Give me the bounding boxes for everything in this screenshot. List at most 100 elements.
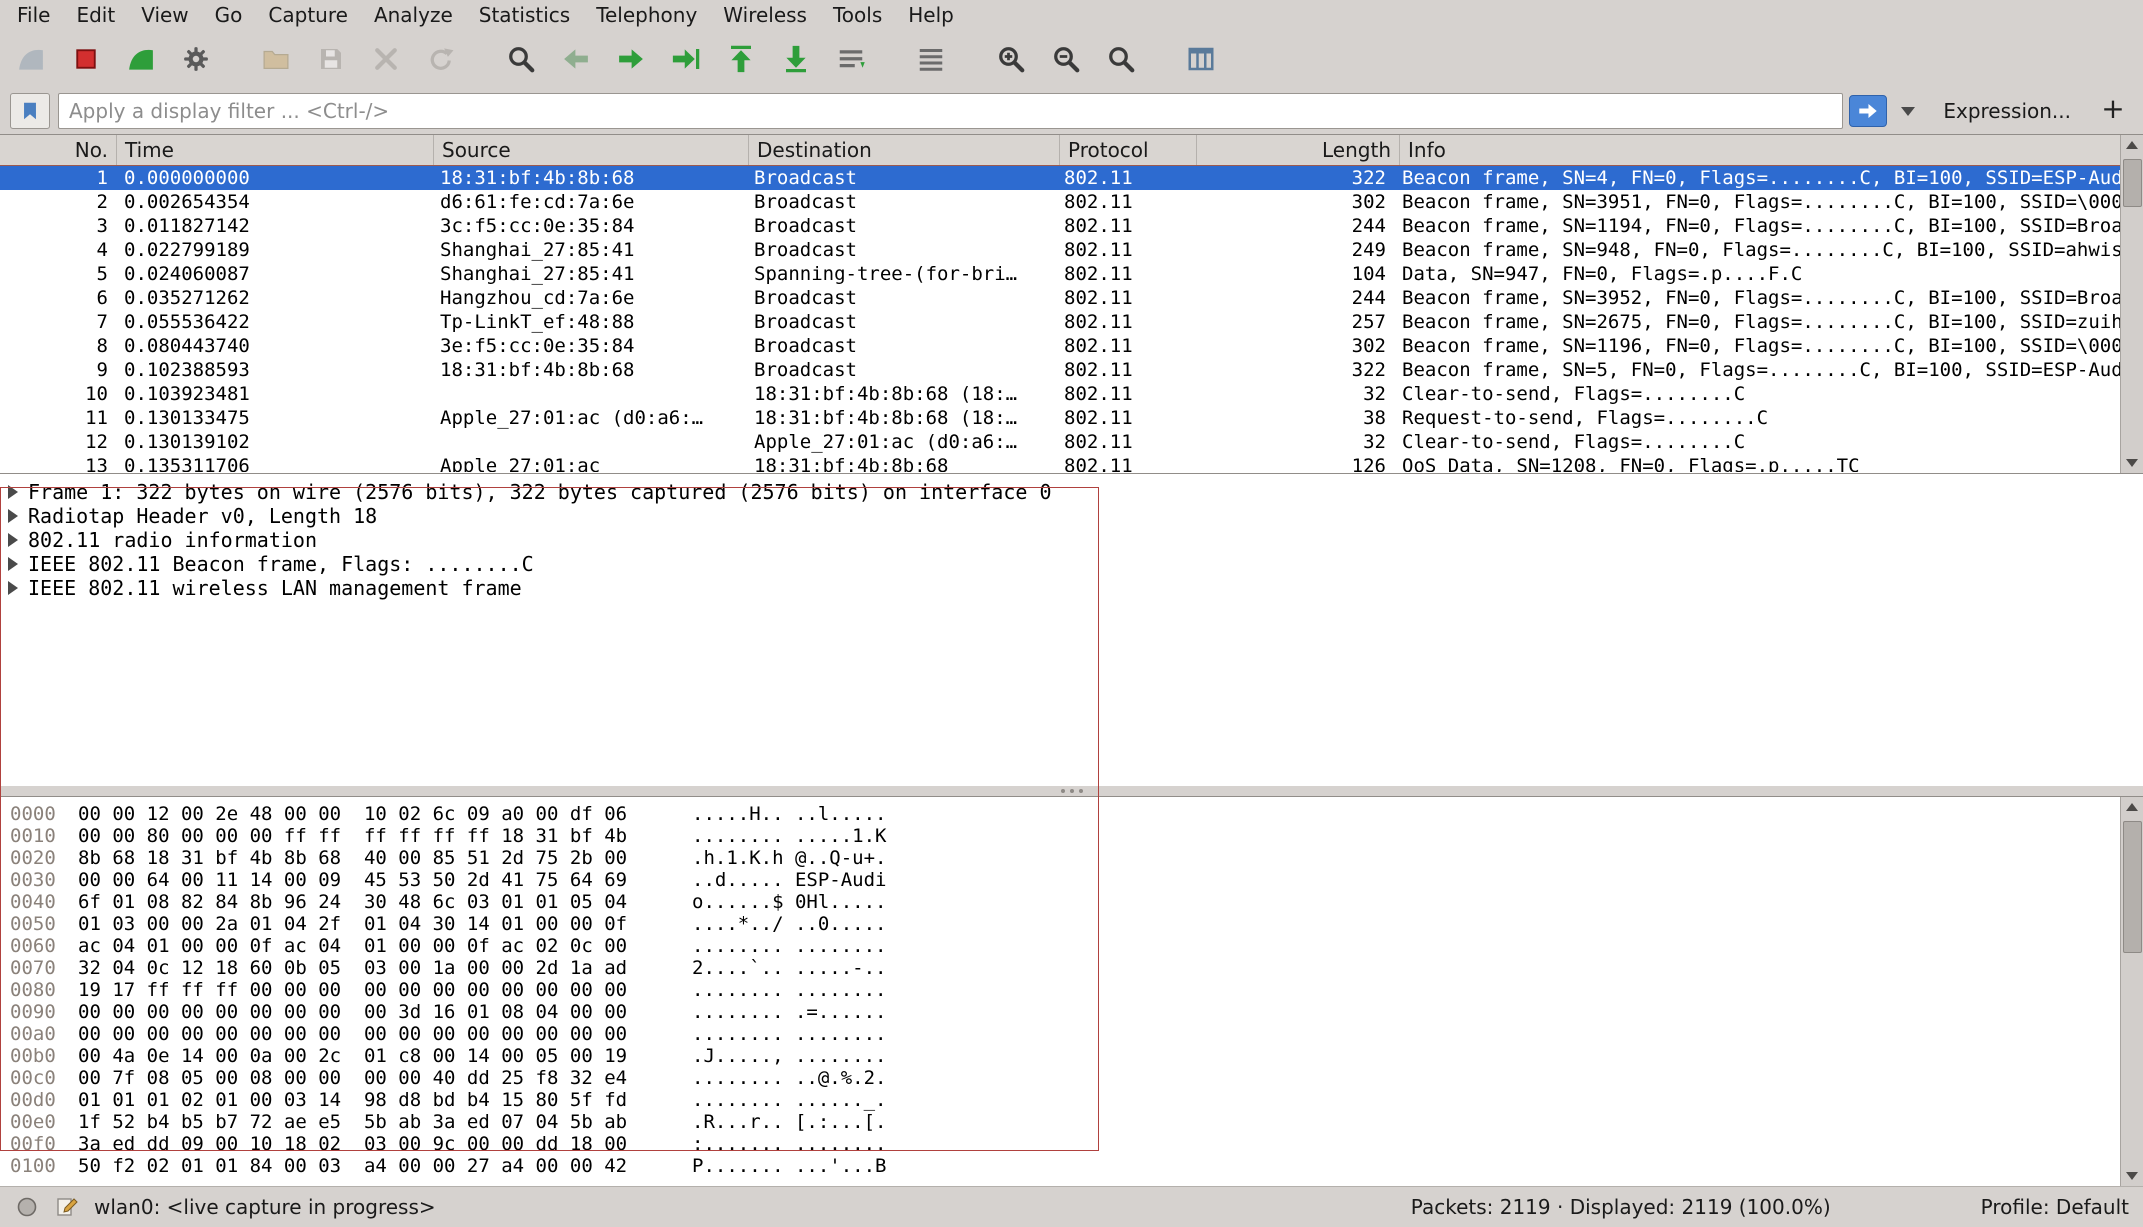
menu-item-telephony[interactable]: Telephony (583, 1, 710, 29)
zoom-out-button[interactable] (1043, 37, 1089, 81)
close-file-button[interactable] (363, 37, 409, 81)
reload-file-button[interactable] (418, 37, 464, 81)
hex-row-0030[interactable]: 0030 00 00 64 00 11 14 00 09 45 53 50 2d… (0, 869, 2143, 891)
display-filter-input[interactable] (58, 93, 1843, 129)
scroll-up-arrow[interactable] (2121, 135, 2142, 155)
menu-item-file[interactable]: File (4, 1, 63, 29)
hex-row-0070[interactable]: 0070 32 04 0c 12 18 60 0b 05 03 00 1a 00… (0, 957, 2143, 979)
cell-protocol: 802.11 (1056, 262, 1192, 286)
packet-row-10[interactable]: 10 0.103923481 18:31:bf:4b:8b:68 (18:… 8… (0, 382, 2121, 406)
menu-item-wireless[interactable]: Wireless (710, 1, 820, 29)
stop-capture-button[interactable] (63, 37, 109, 81)
capture-options-button[interactable] (173, 37, 219, 81)
hex-row-00f0[interactable]: 00f0 3a ed dd 09 00 10 18 02 03 00 9c 00… (0, 1133, 2143, 1155)
packet-list-scrollbar[interactable] (2120, 135, 2143, 473)
expander-triangle-icon[interactable] (8, 557, 18, 571)
hex-row-00c0[interactable]: 00c0 00 7f 08 05 00 08 00 00 00 00 40 dd… (0, 1067, 2143, 1089)
menu-item-go[interactable]: Go (202, 1, 256, 29)
go-last-packet-button[interactable] (773, 37, 819, 81)
detail-line-2[interactable]: Radiotap Header v0, Length 18 (0, 504, 2143, 528)
column-header-protocol[interactable]: Protocol (1060, 135, 1197, 165)
packet-row-7[interactable]: 7 0.055536422 Tp-LinkT_ef:48:88 Broadcas… (0, 310, 2121, 334)
scroll-down-arrow[interactable] (2121, 453, 2142, 473)
splitter-dot (1061, 789, 1065, 793)
apply-filter-button[interactable] (1849, 95, 1887, 127)
cell-length: 322 (1192, 166, 1394, 190)
column-header-no[interactable]: No. (0, 135, 117, 165)
expander-triangle-icon[interactable] (8, 485, 18, 499)
hex-row-0050[interactable]: 0050 01 03 00 00 2a 01 04 2f 01 04 30 14… (0, 913, 2143, 935)
start-capture-button[interactable] (8, 37, 54, 81)
hex-row-0090[interactable]: 0090 00 00 00 00 00 00 00 00 00 3d 16 01… (0, 1001, 2143, 1023)
hex-row-0100[interactable]: 0100 50 f2 02 01 01 84 00 03 a4 00 00 27… (0, 1155, 2143, 1177)
menu-item-help[interactable]: Help (895, 1, 967, 29)
menu-item-tools[interactable]: Tools (820, 1, 895, 29)
zoom-original-button[interactable] (1098, 37, 1144, 81)
packet-row-9[interactable]: 9 0.102388593 18:31:bf:4b:8b:68 Broadcas… (0, 358, 2121, 382)
column-header-source[interactable]: Source (434, 135, 749, 165)
hex-row-00b0[interactable]: 00b0 00 4a 0e 14 00 0a 00 2c 01 c8 00 14… (0, 1045, 2143, 1067)
hex-pane-scrollbar[interactable] (2120, 797, 2143, 1186)
column-header-info[interactable]: Info (1400, 135, 2121, 165)
packet-row-3[interactable]: 3 0.011827142 3c:f5:cc:0e:35:84 Broadcas… (0, 214, 2121, 238)
detail-line-5[interactable]: IEEE 802.11 wireless LAN management fram… (0, 576, 2143, 600)
hex-row-00d0[interactable]: 00d0 01 01 01 02 01 00 03 14 98 d8 bd b4… (0, 1089, 2143, 1111)
zoom-in-button[interactable] (988, 37, 1034, 81)
menu-item-edit[interactable]: Edit (63, 1, 128, 29)
packet-row-1[interactable]: 1 0.000000000 18:31:bf:4b:8b:68 Broadcas… (0, 166, 2121, 190)
hex-row-0010[interactable]: 0010 00 00 80 00 00 00 ff ff ff ff ff ff… (0, 825, 2143, 847)
expander-triangle-icon[interactable] (8, 533, 18, 547)
pane-splitter[interactable] (0, 786, 2143, 796)
menu-item-view[interactable]: View (128, 1, 201, 29)
add-filter-button[interactable]: + (2093, 94, 2133, 128)
packet-row-13[interactable]: 13 0.135311706 Apple_27:01:ac 18:31:bf:4… (0, 454, 2121, 472)
restart-capture-button[interactable] (118, 37, 164, 81)
expression-button[interactable]: Expression... (1929, 99, 2085, 123)
detail-line-4[interactable]: IEEE 802.11 Beacon frame, Flags: .......… (0, 552, 2143, 576)
packet-row-6[interactable]: 6 0.035271262 Hangzhou_cd:7a:6e Broadcas… (0, 286, 2121, 310)
scroll-down-arrow[interactable] (2121, 1166, 2142, 1186)
resize-columns-button[interactable] (1178, 37, 1224, 81)
go-first-packet-button[interactable] (718, 37, 764, 81)
scrollbar-thumb[interactable] (2123, 821, 2142, 953)
packet-row-11[interactable]: 11 0.130133475 Apple_27:01:ac (d0:a6:… 1… (0, 406, 2121, 430)
profile-selector[interactable]: Profile: Default (1981, 1195, 2129, 1219)
scroll-up-arrow[interactable] (2121, 797, 2142, 817)
filter-bookmark-button[interactable] (10, 93, 50, 129)
hex-row-00a0[interactable]: 00a0 00 00 00 00 00 00 00 00 00 00 00 00… (0, 1023, 2143, 1045)
colorize-packets-button[interactable] (908, 37, 954, 81)
packet-row-4[interactable]: 4 0.022799189 Shanghai_27:85:41 Broadcas… (0, 238, 2121, 262)
column-header-destination[interactable]: Destination (749, 135, 1060, 165)
go-forward-button[interactable] (608, 37, 654, 81)
hex-row-0080[interactable]: 0080 19 17 ff ff ff 00 00 00 00 00 00 00… (0, 979, 2143, 1001)
hex-row-00e0[interactable]: 00e0 1f 52 b4 b5 b7 72 ae e5 5b ab 3a ed… (0, 1111, 2143, 1133)
filter-history-dropdown[interactable] (1895, 96, 1921, 126)
detail-line-1[interactable]: Frame 1: 322 bytes on wire (2576 bits), … (0, 480, 2143, 504)
go-to-packet-button[interactable] (663, 37, 709, 81)
menu-item-analyze[interactable]: Analyze (361, 1, 466, 29)
packet-row-8[interactable]: 8 0.080443740 3e:f5:cc:0e:35:84 Broadcas… (0, 334, 2121, 358)
menu-item-capture[interactable]: Capture (255, 1, 361, 29)
scrollbar-thumb[interactable] (2123, 159, 2142, 207)
find-packet-button[interactable] (498, 37, 544, 81)
hex-row-0000[interactable]: 0000 00 00 12 00 2e 48 00 00 10 02 6c 09… (0, 803, 2143, 825)
open-file-button[interactable] (253, 37, 299, 81)
menu-item-statistics[interactable]: Statistics (466, 1, 583, 29)
expander-triangle-icon[interactable] (8, 581, 18, 595)
auto-scroll-button[interactable] (828, 37, 874, 81)
detail-line-3[interactable]: 802.11 radio information (0, 528, 2143, 552)
save-file-button[interactable] (308, 37, 354, 81)
go-back-button[interactable] (553, 37, 599, 81)
hex-row-0040[interactable]: 0040 6f 01 08 82 84 8b 96 24 30 48 6c 03… (0, 891, 2143, 913)
column-header-length[interactable]: Length (1197, 135, 1400, 165)
hex-row-0060[interactable]: 0060 ac 04 01 00 00 0f ac 04 01 00 00 0f… (0, 935, 2143, 957)
packet-row-2[interactable]: 2 0.002654354 d6:61:fe:cd:7a:6e Broadcas… (0, 190, 2121, 214)
packet-row-12[interactable]: 12 0.130139102 Apple_27:01:ac (d0:a6:… 8… (0, 430, 2121, 454)
packet-row-5[interactable]: 5 0.024060087 Shanghai_27:85:41 Spanning… (0, 262, 2121, 286)
hex-row-0020[interactable]: 0020 8b 68 18 31 bf 4b 8b 68 40 00 85 51… (0, 847, 2143, 869)
expander-triangle-icon[interactable] (8, 509, 18, 523)
expert-info-button[interactable] (14, 1194, 40, 1220)
cell-no: 13 (0, 454, 116, 472)
column-header-time[interactable]: Time (117, 135, 434, 165)
capture-comment-button[interactable] (54, 1194, 80, 1220)
